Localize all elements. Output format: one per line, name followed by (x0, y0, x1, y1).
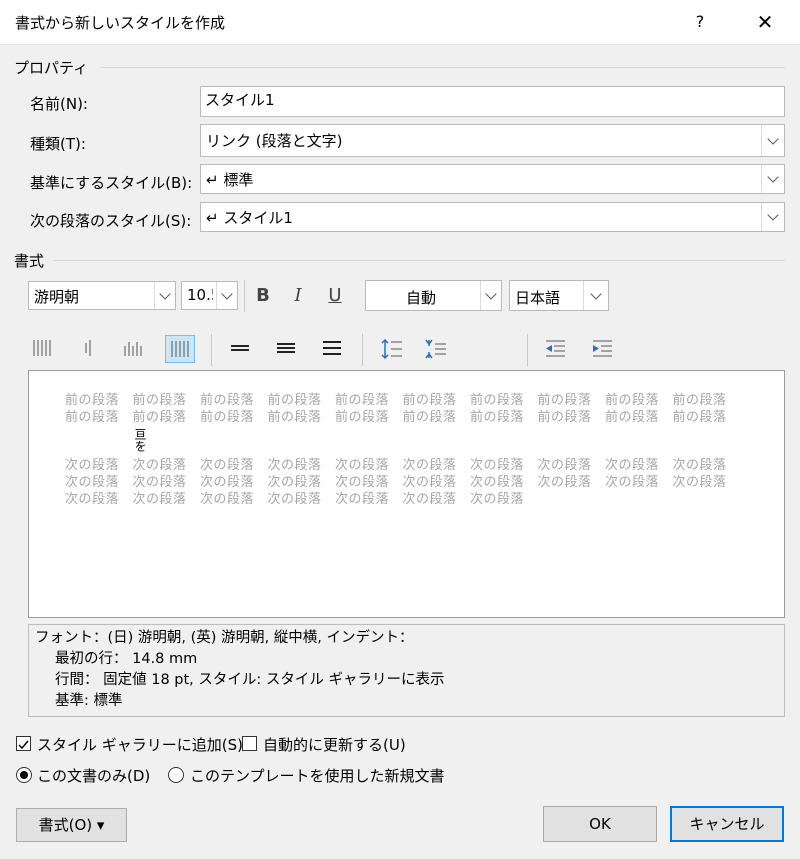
name-input[interactable]: スタイル1 (200, 86, 785, 117)
toolbar-separator (244, 280, 245, 312)
type-dropdown-arrow[interactable] (761, 125, 784, 156)
ok-button[interactable]: OK (543, 806, 657, 842)
increase-indent-icon[interactable] (590, 337, 614, 361)
space-before-increase-icon[interactable] (380, 337, 404, 361)
toolbar-separator (211, 334, 212, 366)
format-menu-button[interactable]: 書式(O) ▾ (16, 808, 127, 842)
preview-previous-paragraph: 前の段落 前の段落 前の段落 前の段落 前の段落 前の段落 前の段落 前の段落 … (65, 410, 727, 425)
this-document-only-radio[interactable] (16, 767, 32, 783)
font-size-value: 10.5 (187, 286, 213, 304)
base-style-dropdown-arrow[interactable] (761, 165, 784, 193)
font-value: 游明朝 (34, 288, 80, 306)
align-center-lines-icon[interactable] (76, 337, 100, 361)
toolbar-separator (362, 334, 363, 366)
add-to-gallery-label[interactable]: スタイル ギャラリーに追加(S) (37, 734, 243, 755)
check-icon (18, 740, 29, 750)
font-color-dropdown-arrow[interactable] (480, 281, 501, 310)
properties-group-label: プロパティ (14, 59, 89, 77)
underline-button[interactable]: U (323, 284, 347, 308)
chevron-down-icon (590, 287, 602, 300)
language-dropdown-arrow[interactable] (583, 281, 608, 310)
style-description: フォント：(日) 游明朝, (英) 游明朝, 縦中横, インデント： 最初の行：… (28, 624, 785, 717)
format-divider (54, 260, 785, 261)
preview-sample-text: 亘を (133, 428, 147, 452)
chevron-down-icon (221, 287, 233, 300)
font-color-value: 自動 (406, 289, 437, 307)
radio-selected-dot (20, 771, 28, 779)
next-style-value: ↵ スタイル1 (206, 209, 293, 227)
auto-update-label[interactable]: 自動的に更新する(U) (263, 734, 406, 755)
align-distributed-lines-icon[interactable] (30, 337, 54, 361)
preview-next-paragraph: 次の段落 次の段落 次の段落 次の段落 次の段落 次の段落 次の段落 (65, 492, 525, 507)
font-combo[interactable]: 游明朝 (28, 281, 176, 310)
chevron-down-icon (767, 132, 779, 145)
chevron-down-icon (767, 171, 779, 183)
space-before-decrease-icon[interactable] (424, 337, 448, 361)
chevron-down-icon (159, 287, 171, 300)
language-value: 日本語 (515, 289, 561, 307)
help-button[interactable]: ? (680, 0, 720, 44)
type-combo[interactable]: リンク (段落と文字) (200, 124, 785, 157)
dialog-title: 書式から新しいスタイルを作成 (15, 14, 226, 32)
align-justify-lines-icon[interactable] (165, 335, 195, 363)
line-spacing-onehalf-icon[interactable] (274, 337, 298, 361)
next-style-dropdown-arrow[interactable] (761, 203, 784, 231)
name-input-value: スタイル1 (205, 91, 275, 109)
type-label: 種類(T): (30, 135, 86, 153)
new-documents-template-label[interactable]: このテンプレートを使用した新規文書 (190, 765, 445, 786)
next-style-label: 次の段落のスタイル(S): (30, 212, 192, 230)
close-button[interactable]: ✕ (745, 0, 785, 44)
toolbar-separator (527, 334, 528, 366)
title-bar: 書式から新しいスタイルを作成 ? ✕ (0, 0, 800, 45)
font-dropdown-arrow[interactable] (154, 282, 175, 309)
cancel-button[interactable]: キャンセル (670, 806, 784, 842)
style-preview: 前の段落 前の段落 前の段落 前の段落 前の段落 前の段落 前の段落 前の段落 … (28, 370, 785, 618)
font-size-combo[interactable]: 10.5 (181, 281, 238, 310)
description-line: フォント：(日) 游明朝, (英) 游明朝, 縦中横, インデント： (35, 630, 414, 646)
chevron-down-icon (485, 287, 497, 300)
bold-button[interactable]: B (251, 284, 275, 308)
base-style-combo[interactable]: ↵ 標準 (200, 164, 785, 194)
base-style-label: 基準にするスタイル(B): (30, 174, 193, 192)
auto-update-checkbox[interactable] (242, 736, 257, 751)
language-combo[interactable]: 日本語 (509, 280, 609, 311)
description-line: 最初の行： 14.8 mm (55, 651, 198, 667)
chevron-down-icon (767, 209, 779, 221)
italic-button[interactable]: I (286, 284, 310, 308)
decrease-indent-icon[interactable] (543, 337, 567, 361)
description-line: 基準: 標準 (55, 693, 123, 709)
font-color-combo[interactable]: 自動 (365, 280, 502, 311)
font-size-dropdown-arrow[interactable] (216, 282, 237, 309)
description-line: 行間： 固定値 18 pt, スタイル: スタイル ギャラリーに表示 (55, 672, 445, 688)
type-combo-value: リンク (段落と文字) (206, 132, 343, 150)
new-documents-template-radio[interactable] (168, 767, 184, 783)
add-to-gallery-checkbox[interactable] (16, 736, 31, 751)
line-spacing-double-icon[interactable] (320, 337, 344, 361)
format-group-label: 書式 (14, 252, 45, 270)
name-label: 名前(N): (30, 95, 88, 113)
properties-divider (100, 67, 785, 68)
line-spacing-single-icon[interactable] (228, 337, 252, 361)
this-document-only-label[interactable]: この文書のみ(D) (37, 765, 150, 786)
base-style-value: ↵ 標準 (206, 171, 254, 189)
align-bottom-lines-icon[interactable] (121, 337, 145, 361)
next-style-combo[interactable]: ↵ スタイル1 (200, 202, 785, 232)
